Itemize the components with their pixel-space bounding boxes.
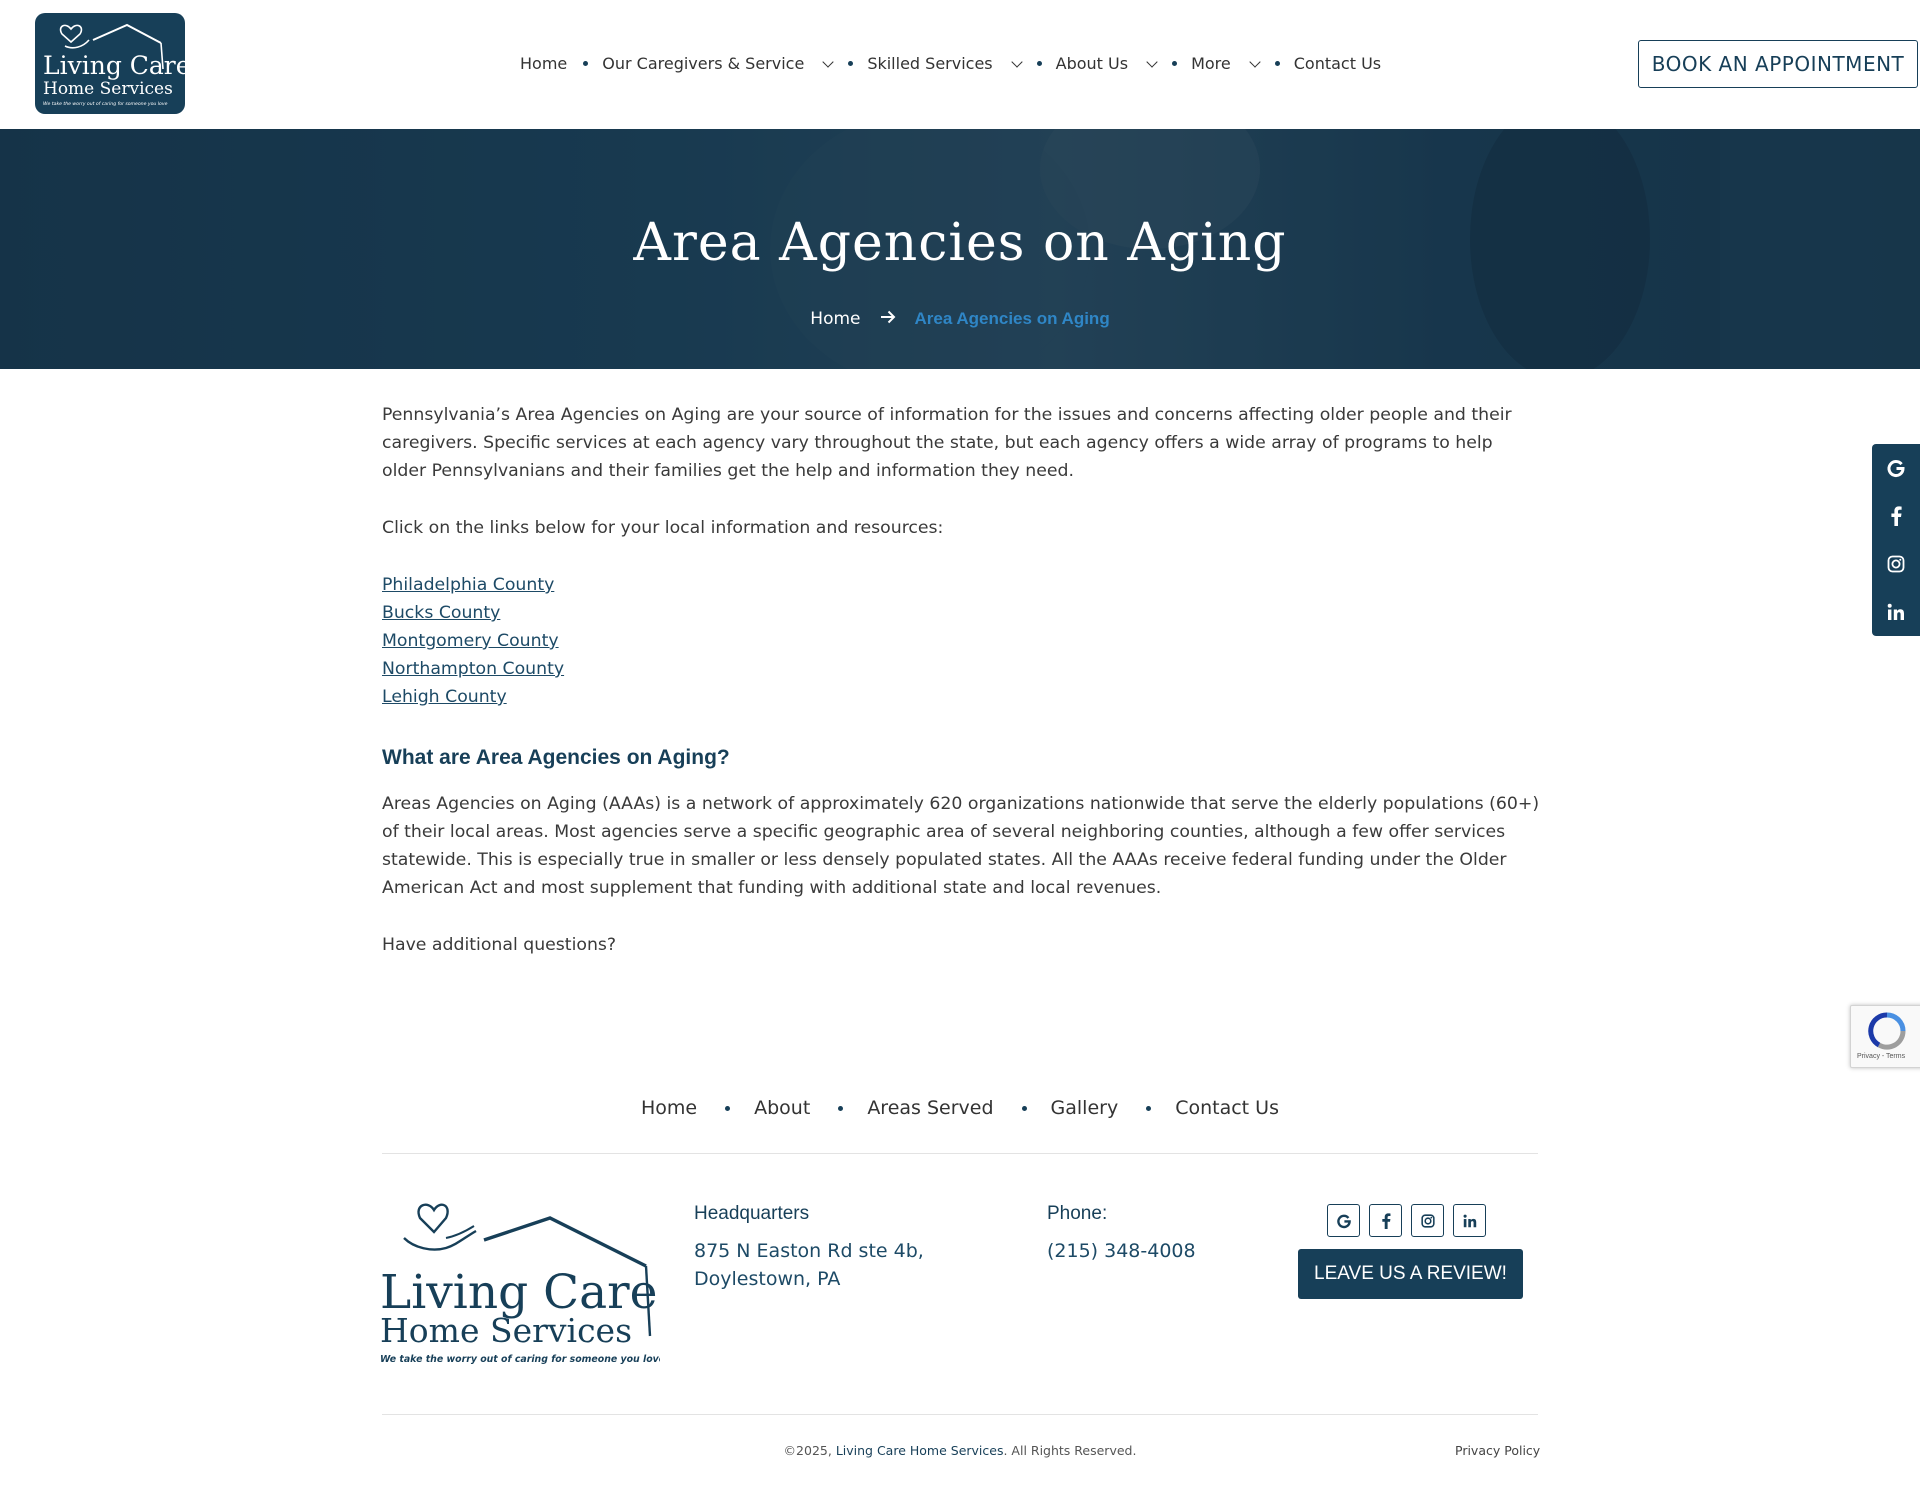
logo-heart-hand-icon: Living Care Home Services We take the wo… bbox=[43, 23, 185, 107]
closing-text: Have additional questions? bbox=[382, 935, 617, 955]
footer-nav: Home About Areas Served Gallery Contact … bbox=[0, 1097, 1920, 1119]
nav-contact-us[interactable]: Contact Us bbox=[1294, 54, 1381, 73]
footer-nav-separator bbox=[1146, 1105, 1152, 1111]
nav-separator bbox=[848, 61, 854, 66]
facebook-icon[interactable] bbox=[1872, 492, 1920, 540]
instagram-icon[interactable] bbox=[1411, 1204, 1444, 1237]
link-philadelphia-county[interactable]: Philadelphia County bbox=[382, 571, 554, 599]
recaptcha-badge[interactable]: Privacy - Terms bbox=[1850, 1005, 1920, 1068]
nav-more[interactable]: More bbox=[1191, 54, 1261, 73]
logo-tagline: We take the worry out of caring for some… bbox=[43, 101, 168, 107]
arrow-right-icon bbox=[880, 309, 896, 329]
nav-separator bbox=[583, 61, 589, 66]
site-logo[interactable]: Living Care Home Services We take the wo… bbox=[35, 13, 185, 114]
footer-bottom-divider bbox=[382, 1414, 1538, 1415]
nav-separator bbox=[1274, 61, 1280, 66]
address-line-1: 875 N Easton Rd ste 4b, bbox=[694, 1240, 924, 1262]
footer-nav-separator bbox=[1021, 1105, 1027, 1111]
logo-line2: Home Services bbox=[43, 79, 173, 99]
link-northampton-county[interactable]: Northampton County bbox=[382, 655, 564, 683]
main-nav: Home Our Caregivers & Service Skilled Se… bbox=[520, 54, 1381, 73]
nav-skilled-services[interactable]: Skilled Services bbox=[867, 54, 1023, 73]
nav-caregivers-service[interactable]: Our Caregivers & Service bbox=[602, 54, 834, 73]
leave-review-button[interactable]: LEAVE US A REVIEW! bbox=[1298, 1249, 1523, 1299]
chevron-down-icon bbox=[1249, 55, 1261, 68]
page-title: Area Agencies on Aging bbox=[633, 213, 1287, 273]
footer-logo-tagline: We take the worry out of caring for some… bbox=[380, 1354, 660, 1365]
linkedin-icon[interactable] bbox=[1872, 588, 1920, 636]
nav-about-us[interactable]: About Us bbox=[1056, 54, 1158, 73]
page-hero: Area Agencies on Aging Home Area Agencie… bbox=[0, 129, 1920, 369]
footer-nav-gallery[interactable]: Gallery bbox=[1051, 1097, 1119, 1119]
link-montgomery-county[interactable]: Montgomery County bbox=[382, 627, 559, 655]
footer-nav-contact-us[interactable]: Contact Us bbox=[1175, 1097, 1279, 1119]
section-heading: What are Area Agencies on Aging? bbox=[382, 746, 730, 769]
address-line-2: Doylestown, PA bbox=[694, 1268, 841, 1290]
footer-nav-separator bbox=[725, 1105, 731, 1111]
footer-logo-heart-hand-icon: Living Care Home Services We take the wo… bbox=[380, 1203, 665, 1365]
google-icon[interactable] bbox=[1872, 444, 1920, 492]
instagram-icon[interactable] bbox=[1872, 540, 1920, 588]
footer-nav-home[interactable]: Home bbox=[641, 1097, 697, 1119]
body-paragraph: Areas Agencies on Aging (AAAs) is a netw… bbox=[382, 794, 1540, 898]
google-icon[interactable] bbox=[1327, 1204, 1360, 1237]
footer-divider bbox=[382, 1153, 1538, 1154]
logo-line1: Living Care bbox=[43, 51, 185, 80]
linkedin-icon[interactable] bbox=[1453, 1204, 1486, 1237]
copyright-suffix: . All Rights Reserved. bbox=[1003, 1443, 1137, 1458]
chevron-down-icon bbox=[1146, 55, 1158, 68]
breadcrumb-current: Area Agencies on Aging bbox=[914, 309, 1110, 328]
headquarters-title: Headquarters bbox=[694, 1203, 810, 1224]
footer-logo-line2: Home Services bbox=[380, 1311, 632, 1350]
social-sidebar bbox=[1872, 444, 1920, 636]
phone-title: Phone: bbox=[1047, 1203, 1108, 1224]
link-bucks-county[interactable]: Bucks County bbox=[382, 599, 500, 627]
breadcrumb: Home Area Agencies on Aging bbox=[0, 309, 1920, 329]
copyright-brand-link[interactable]: Living Care Home Services bbox=[836, 1443, 1004, 1458]
footer-social-icons bbox=[1327, 1204, 1486, 1237]
nav-separator bbox=[1172, 61, 1178, 66]
nav-home[interactable]: Home bbox=[520, 54, 567, 73]
copyright-prefix: ©2025, bbox=[783, 1443, 836, 1458]
footer-nav-about[interactable]: About bbox=[754, 1097, 810, 1119]
chevron-down-icon bbox=[1010, 55, 1023, 68]
intro-paragraph: Pennsylvania’s Area Agencies on Aging ar… bbox=[382, 405, 1512, 481]
nav-separator bbox=[1036, 61, 1042, 66]
headquarters-address: 875 N Easton Rd ste 4b, Doylestown, PA bbox=[694, 1237, 924, 1293]
copyright: ©2025, Living Care Home Services. All Ri… bbox=[0, 1443, 1920, 1458]
recaptcha-text: Privacy - Terms bbox=[1857, 1053, 1906, 1060]
privacy-policy-link[interactable]: Privacy Policy bbox=[1455, 1443, 1540, 1458]
links-intro: Click on the links below for your local … bbox=[382, 518, 944, 538]
facebook-icon[interactable] bbox=[1369, 1204, 1402, 1237]
breadcrumb-home-link[interactable]: Home bbox=[810, 309, 860, 329]
footer-nav-separator bbox=[838, 1105, 844, 1111]
book-appointment-button[interactable]: BOOK AN APPOINTMENT bbox=[1638, 40, 1918, 88]
site-header: Living Care Home Services We take the wo… bbox=[0, 0, 1920, 129]
chevron-down-icon bbox=[822, 55, 834, 68]
recaptcha-icon bbox=[1868, 1012, 1906, 1050]
footer-logo[interactable]: Living Care Home Services We take the wo… bbox=[380, 1198, 665, 1370]
footer-nav-areas-served[interactable]: Areas Served bbox=[867, 1097, 993, 1119]
phone-number-link[interactable]: (215) 348-4008 bbox=[1047, 1237, 1196, 1265]
link-lehigh-county[interactable]: Lehigh County bbox=[382, 683, 507, 711]
main-content: Pennsylvania’s Area Agencies on Aging ar… bbox=[382, 401, 1542, 959]
